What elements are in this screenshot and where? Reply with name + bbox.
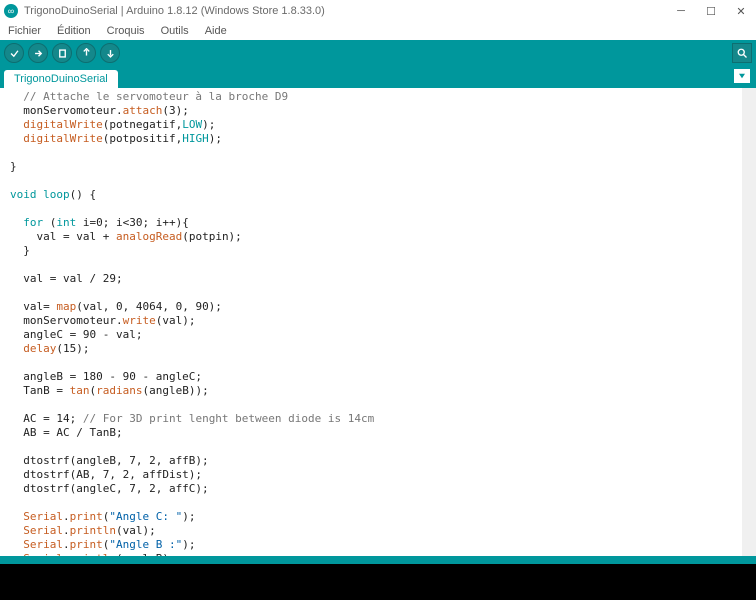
editor-area: // Attache le servomoteur à la broche D9… [0, 88, 756, 556]
code-content: // Attache le servomoteur à la broche D9… [10, 90, 732, 556]
window-titlebar: TrigonoDuinoSerial | Arduino 1.8.12 (Win… [0, 0, 756, 22]
tab-bar: TrigonoDuinoSerial [0, 66, 756, 88]
menu-outils[interactable]: Outils [157, 25, 193, 37]
maximize-button[interactable]: ☐ [696, 0, 726, 22]
tab-sketch[interactable]: TrigonoDuinoSerial [4, 70, 118, 88]
vertical-scrollbar[interactable] [742, 88, 756, 556]
open-button[interactable] [76, 43, 96, 63]
window-controls: ─ ☐ ✕ [666, 0, 756, 22]
save-button[interactable] [100, 43, 120, 63]
window-title: TrigonoDuinoSerial | Arduino 1.8.12 (Win… [24, 5, 325, 17]
app-icon [4, 4, 18, 18]
code-editor[interactable]: // Attache le servomoteur à la broche D9… [0, 88, 742, 556]
menu-fichier[interactable]: Fichier [4, 25, 45, 37]
console-output[interactable] [0, 564, 756, 600]
toolbar [0, 40, 756, 66]
menu-aide[interactable]: Aide [201, 25, 231, 37]
menu-bar: Fichier Édition Croquis Outils Aide [0, 22, 756, 40]
menu-edition[interactable]: Édition [53, 25, 95, 37]
new-button[interactable] [52, 43, 72, 63]
status-strip [0, 556, 756, 564]
menu-croquis[interactable]: Croquis [103, 25, 149, 37]
minimize-button[interactable]: ─ [666, 0, 696, 22]
verify-button[interactable] [4, 43, 24, 63]
serial-monitor-button[interactable] [732, 43, 752, 63]
tab-menu-button[interactable] [734, 69, 750, 83]
upload-button[interactable] [28, 43, 48, 63]
close-button[interactable]: ✕ [726, 0, 756, 22]
